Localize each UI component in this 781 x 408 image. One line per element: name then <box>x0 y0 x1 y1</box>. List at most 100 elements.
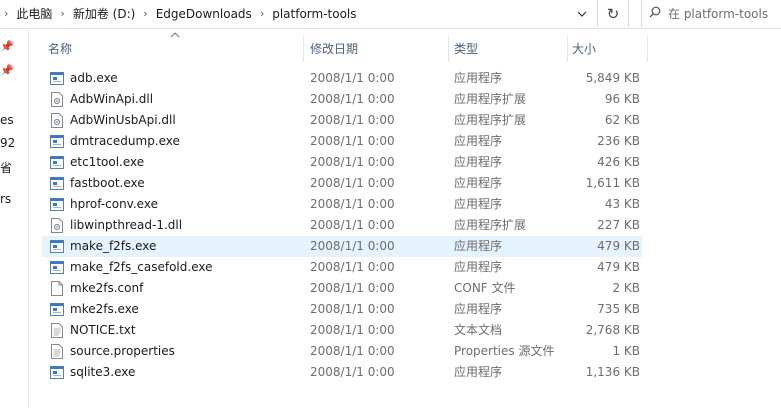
app-icon <box>50 71 64 86</box>
file-type: 应用程序 <box>454 155 503 169</box>
file-size: 62 KB <box>604 113 640 127</box>
file-size: 96 KB <box>604 92 640 106</box>
column-divider[interactable] <box>567 36 568 62</box>
file-row[interactable]: source.properties 2008/1/1 0:00 Properties… <box>42 341 642 362</box>
chevron-right-icon[interactable]: › <box>137 7 153 20</box>
app-icon <box>50 302 64 317</box>
dll-icon <box>50 113 64 128</box>
file-row[interactable]: sqlite3.exe 2008/1/1 0:00 应用程序 1,136 KB <box>42 362 642 383</box>
file-row[interactable]: dmtracedump.exe 2008/1/1 0:00 应用程序 236 KB <box>42 131 642 152</box>
dll-icon <box>50 92 64 107</box>
column-divider[interactable] <box>303 36 304 62</box>
app-icon <box>50 365 64 380</box>
breadcrumb-this-pc[interactable]: 此电脑 <box>14 5 54 22</box>
pin-icon[interactable]: 📌 <box>0 40 14 53</box>
file-type: 应用程序 <box>454 239 503 253</box>
file-size: 479 KB <box>597 260 640 274</box>
search-input[interactable]: 在 platform-tools <box>668 5 768 22</box>
pin-icon[interactable]: 📌 <box>0 64 14 77</box>
file-date: 2008/1/1 0:00 <box>310 239 395 253</box>
chevron-right-icon[interactable]: › <box>0 7 14 20</box>
app-icon <box>50 155 64 170</box>
nav-item-fragment[interactable]: es <box>0 113 14 127</box>
file-date: 2008/1/1 0:00 <box>310 323 395 337</box>
file-type: 应用程序 <box>454 260 503 274</box>
search-box[interactable]: 在 platform-tools <box>641 0 781 27</box>
breadcrumb-drive-d[interactable]: 新加卷 (D:) <box>71 5 137 22</box>
file-type: Properties 源文件 <box>454 344 555 358</box>
breadcrumb: › 此电脑 › 新加卷 (D:) › EdgeDownloads › platf… <box>0 5 359 22</box>
file-date: 2008/1/1 0:00 <box>310 134 395 148</box>
app-icon <box>50 260 64 275</box>
file-name: dmtracedump.exe <box>70 134 180 148</box>
refresh-button[interactable]: ↻ <box>598 0 629 27</box>
breadcrumb-edgedownloads[interactable]: EdgeDownloads <box>154 7 254 21</box>
column-size[interactable]: 大小 <box>572 28 647 68</box>
file-row[interactable]: AdbWinApi.dll 2008/1/1 0:00 应用程序扩展 96 KB <box>42 89 642 110</box>
file-row[interactable]: mke2fs.conf 2008/1/1 0:00 CONF 文件 2 KB <box>42 278 642 299</box>
app-icon <box>50 134 64 149</box>
file-row[interactable]: make_f2fs.exe 2008/1/1 0:00 应用程序 479 KB <box>42 236 642 257</box>
file-row[interactable]: mke2fs.exe 2008/1/1 0:00 应用程序 735 KB <box>42 299 642 320</box>
file-name: AdbWinUsbApi.dll <box>70 113 176 127</box>
file-size: 479 KB <box>597 239 640 253</box>
file-name: sqlite3.exe <box>70 365 136 379</box>
file-type: 文本文档 <box>454 323 503 337</box>
dll-icon <box>50 218 64 233</box>
file-type: 应用程序 <box>454 134 503 148</box>
file-row[interactable]: AdbWinUsbApi.dll 2008/1/1 0:00 应用程序扩展 62 KB <box>42 110 642 131</box>
refresh-icon: ↻ <box>606 4 620 23</box>
file-name: mke2fs.exe <box>70 302 139 316</box>
file-name: source.properties <box>70 344 175 358</box>
column-type-label: 类型 <box>454 41 479 56</box>
nav-item-fragment[interactable]: 92 <box>0 136 15 150</box>
file-row[interactable]: libwinpthread-1.dll 2008/1/1 0:00 应用程序扩展 22… <box>42 215 642 236</box>
file-icon <box>50 281 64 296</box>
file-size: 5,849 KB <box>585 71 640 85</box>
column-divider[interactable] <box>448 36 449 62</box>
file-row[interactable]: adb.exe 2008/1/1 0:00 应用程序 5,849 KB <box>42 68 642 89</box>
file-type: CONF 文件 <box>454 281 516 295</box>
file-type: 应用程序 <box>454 176 503 190</box>
file-row[interactable]: etc1tool.exe 2008/1/1 0:00 应用程序 426 KB <box>42 152 642 173</box>
file-name: fastboot.exe <box>70 176 145 190</box>
file-row[interactable]: NOTICE.txt 2008/1/1 0:00 文本文档 2,768 KB <box>42 320 642 341</box>
file-row[interactable]: make_f2fs_casefold.exe 2008/1/1 0:00 应用程序 4… <box>42 257 642 278</box>
address-bar[interactable]: › 此电脑 › 新加卷 (D:) › EdgeDownloads › platf… <box>0 0 598 27</box>
file-name: hprof-conv.exe <box>70 197 158 211</box>
file-name: mke2fs.conf <box>70 281 144 295</box>
file-date: 2008/1/1 0:00 <box>310 344 395 358</box>
file-name: make_f2fs.exe <box>70 239 157 253</box>
file-name: AdbWinApi.dll <box>70 92 154 106</box>
file-size: 43 KB <box>604 197 640 211</box>
app-icon <box>50 176 64 191</box>
file-date: 2008/1/1 0:00 <box>310 113 395 127</box>
column-type[interactable]: 类型 <box>454 28 564 68</box>
chevron-right-icon[interactable]: › <box>254 7 270 20</box>
column-header: 名称 修改日期 类型 大小 <box>30 28 781 68</box>
breadcrumb-platform-tools[interactable]: platform-tools <box>270 7 358 21</box>
nav-item-fragment[interactable]: rs <box>0 192 11 206</box>
chevron-right-icon[interactable]: › <box>54 7 70 20</box>
file-size: 1 KB <box>612 344 640 358</box>
file-row[interactable]: fastboot.exe 2008/1/1 0:00 应用程序 1,611 KB <box>42 173 642 194</box>
nav-item-fragment[interactable]: 省 <box>0 159 12 176</box>
column-name[interactable]: 名称 <box>48 28 298 68</box>
file-row[interactable]: hprof-conv.exe 2008/1/1 0:00 应用程序 43 KB <box>42 194 642 215</box>
app-icon <box>50 239 64 254</box>
file-type: 应用程序 <box>454 365 503 379</box>
column-divider[interactable] <box>647 36 648 62</box>
file-date: 2008/1/1 0:00 <box>310 176 395 190</box>
file-name: libwinpthread-1.dll <box>70 218 183 232</box>
file-size: 227 KB <box>597 218 640 232</box>
file-name: make_f2fs_casefold.exe <box>70 260 213 274</box>
file-date: 2008/1/1 0:00 <box>310 260 395 274</box>
file-size: 1,611 KB <box>585 176 640 190</box>
file-name: etc1tool.exe <box>70 155 145 169</box>
column-date[interactable]: 修改日期 <box>310 28 445 68</box>
file-size: 236 KB <box>597 134 640 148</box>
column-date-label: 修改日期 <box>310 41 359 56</box>
file-size: 426 KB <box>597 155 640 169</box>
toolbar: › 此电脑 › 新加卷 (D:) › EdgeDownloads › platf… <box>0 0 781 29</box>
chevron-down-icon[interactable] <box>572 4 592 24</box>
